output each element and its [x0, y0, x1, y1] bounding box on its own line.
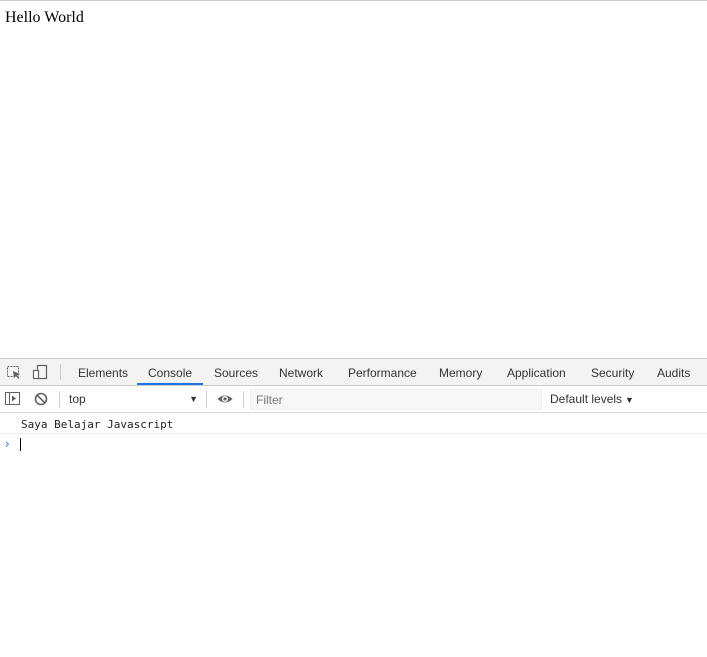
page-text: Hello World [5, 9, 84, 26]
toolbar-separator [59, 391, 60, 407]
sidebar-toggle-icon[interactable] [5, 391, 21, 407]
filter-input[interactable] [250, 389, 542, 410]
console-output: Saya Belajar Javascript › [0, 413, 707, 657]
devtools-panel: Elements Console Sources Network Perform… [0, 358, 707, 657]
clear-console-icon[interactable] [33, 391, 49, 407]
tab-network[interactable]: Network [279, 359, 323, 385]
context-selector-value: top [69, 392, 86, 406]
text-caret [20, 438, 21, 451]
page-viewport: Hello World [0, 1, 707, 358]
tab-sources[interactable]: Sources [214, 359, 258, 385]
devtools-tabbar: Elements Console Sources Network Perform… [0, 359, 707, 386]
console-prompt[interactable]: › [0, 434, 707, 454]
console-message: Saya Belajar Javascript [0, 413, 707, 434]
device-toolbar-icon[interactable] [32, 364, 48, 380]
active-tab-indicator [137, 383, 203, 385]
chevron-right-icon: › [5, 437, 10, 451]
console-toolbar: top ▼ Default levels▼ [0, 386, 707, 413]
tab-audits[interactable]: Audits [657, 359, 690, 385]
tab-application[interactable]: Application [507, 359, 566, 385]
tab-performance[interactable]: Performance [348, 359, 417, 385]
console-message-text: Saya Belajar Javascript [21, 418, 174, 431]
log-levels-label: Default levels [550, 392, 623, 406]
toolbar-separator [206, 391, 207, 407]
tabbar-separator [60, 364, 61, 380]
tab-console[interactable]: Console [148, 359, 192, 385]
log-levels-dropdown[interactable]: Default levels ▼ [550, 389, 634, 410]
dropdown-arrow-icon: ▼ [189, 394, 198, 404]
toolbar-separator [243, 391, 244, 407]
tab-elements[interactable]: Elements [78, 359, 128, 385]
dropdown-arrow-icon: ▼ [625, 395, 634, 405]
eye-icon[interactable] [217, 391, 233, 407]
tab-memory[interactable]: Memory [439, 359, 482, 385]
inspect-element-icon[interactable] [6, 364, 22, 380]
tab-security[interactable]: Security [591, 359, 634, 385]
context-selector[interactable]: top ▼ [63, 389, 204, 410]
